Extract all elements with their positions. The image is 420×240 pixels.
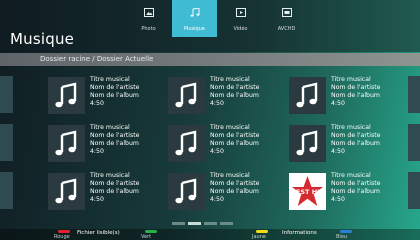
music-note-icon: [289, 77, 326, 114]
breadcrumb: Dossier racine / Dossier Actuelle: [0, 53, 420, 66]
album-name: Nom de l'album: [210, 92, 259, 99]
avchd-icon: [282, 8, 292, 17]
album-art: BEST HIT: [289, 173, 326, 210]
page-dot-current[interactable]: [188, 222, 201, 225]
album-name: Nom de l'album: [90, 140, 139, 147]
yellow-key-action: Informations: [282, 230, 317, 236]
artist-name: Nom de l'artiste: [331, 84, 381, 91]
track-title: Titre musical: [331, 124, 371, 131]
artist-name: Nom de l'artiste: [90, 84, 140, 91]
video-icon: [236, 8, 246, 17]
page-indicator: [172, 222, 236, 225]
track-duration: 4:50: [331, 148, 345, 155]
red-key-swatch: [58, 230, 70, 233]
music-note-icon: [168, 77, 205, 114]
header-bar: Musique Photo Musique Vidéo AVCHD: [0, 0, 420, 52]
album-name: Nom de l'album: [210, 188, 259, 195]
artist-name: Nom de l'artiste: [210, 180, 260, 187]
track-title: Titre musical: [210, 124, 250, 131]
tab-video-label: Vidéo: [233, 26, 248, 32]
green-key[interactable]: Vert: [141, 229, 181, 240]
green-key-swatch: [145, 230, 157, 233]
track-duration: 4:50: [210, 196, 224, 203]
track-title: Titre musical: [331, 172, 371, 179]
page-dot[interactable]: [220, 222, 233, 225]
artist-name: Nom de l'artiste: [210, 132, 260, 139]
track-title: Titre musical: [331, 76, 371, 83]
track-title: Titre musical: [90, 172, 130, 179]
track-title: Titre musical: [210, 172, 250, 179]
photo-icon: [144, 8, 154, 17]
album-name: Nom de l'album: [90, 92, 139, 99]
right-edge-item: [408, 124, 420, 161]
music-note-icon: [289, 125, 326, 162]
track-duration: 4:50: [90, 100, 104, 107]
track-duration: 4:50: [90, 196, 104, 203]
tab-music-label: Musique: [184, 26, 205, 32]
album-name: Nom de l'album: [90, 188, 139, 195]
tab-avchd-label: AVCHD: [277, 26, 296, 32]
tab-photo[interactable]: Photo: [126, 0, 171, 37]
track-title: Titre musical: [90, 76, 130, 83]
right-edge-item: [408, 76, 420, 113]
blue-key[interactable]: Bleu: [336, 229, 376, 240]
breadcrumb-text: Dossier racine / Dossier Actuelle: [40, 55, 154, 63]
track-info: Titre musical Nom de l'artiste Nom de l'al…: [210, 76, 259, 108]
track-info: Titre musical Nom de l'artiste Nom de l'al…: [210, 172, 259, 204]
left-edge-item: [0, 124, 13, 161]
track-duration: 4:50: [210, 100, 224, 107]
page-dot[interactable]: [204, 222, 217, 225]
album-name: Nom de l'album: [331, 92, 380, 99]
music-note-icon: [48, 125, 85, 162]
track-duration: 4:50: [210, 148, 224, 155]
music-note-icon: [168, 173, 205, 210]
album-name: Nom de l'album: [331, 188, 380, 195]
tab-video[interactable]: Vidéo: [218, 0, 263, 37]
album-name: Nom de l'album: [331, 140, 380, 147]
track-info: Titre musical Nom de l'artiste Nom de l'al…: [90, 76, 139, 108]
track-info: Titre musical Nom de l'artiste Nom de l'al…: [331, 124, 380, 156]
red-key-label: Rouge: [54, 234, 70, 240]
tab-music[interactable]: Musique: [172, 0, 217, 37]
artist-name: Nom de l'artiste: [331, 180, 381, 187]
track-info: Titre musical Nom de l'artiste Nom de l'al…: [331, 76, 380, 108]
left-edge-item: [0, 76, 13, 113]
yellow-key-swatch: [256, 230, 268, 233]
tab-avchd[interactable]: AVCHD: [264, 0, 309, 37]
page-title: Musique: [10, 30, 75, 48]
track-info: Titre musical Nom de l'artiste Nom de l'al…: [90, 124, 139, 156]
page-dot[interactable]: [172, 222, 185, 225]
artist-name: Nom de l'artiste: [210, 84, 260, 91]
track-duration: 4:50: [331, 196, 345, 203]
artist-name: Nom de l'artiste: [90, 180, 140, 187]
music-note-icon: [48, 77, 85, 114]
album-name: Nom de l'album: [210, 140, 259, 147]
track-info: Titre musical Nom de l'artiste Nom de l'al…: [210, 124, 259, 156]
music-note-icon: [190, 8, 200, 17]
artist-name: Nom de l'artiste: [90, 132, 140, 139]
red-key-action: Fichier lisible(s): [77, 230, 120, 236]
color-key-bar: Rouge Fichier lisible(s) Vert Jaune Info…: [0, 229, 420, 240]
music-note-icon: [48, 173, 85, 210]
music-grid: Titre musical Nom de l'artiste Nom de l'al…: [0, 66, 420, 226]
track-title: Titre musical: [90, 124, 130, 131]
track-duration: 4:50: [331, 100, 345, 107]
track-info: Titre musical Nom de l'artiste Nom de l'al…: [90, 172, 139, 204]
blue-key-swatch: [340, 230, 352, 233]
artist-name: Nom de l'artiste: [331, 132, 381, 139]
music-note-icon: [168, 125, 205, 162]
album-art-text: BEST HIT: [291, 188, 325, 196]
yellow-key-label: Jaune: [252, 234, 266, 240]
media-tabs: Photo Musique Vidéo AVCHD: [126, 0, 310, 50]
left-edge-item: [0, 172, 13, 209]
blue-key-label: Bleu: [336, 234, 348, 240]
track-title: Titre musical: [210, 76, 250, 83]
track-duration: 4:50: [90, 148, 104, 155]
track-info: Titre musical Nom de l'artiste Nom de l'al…: [331, 172, 380, 204]
right-edge-item: [408, 172, 420, 209]
tab-photo-label: Photo: [141, 26, 156, 32]
green-key-label: Vert: [141, 234, 152, 240]
